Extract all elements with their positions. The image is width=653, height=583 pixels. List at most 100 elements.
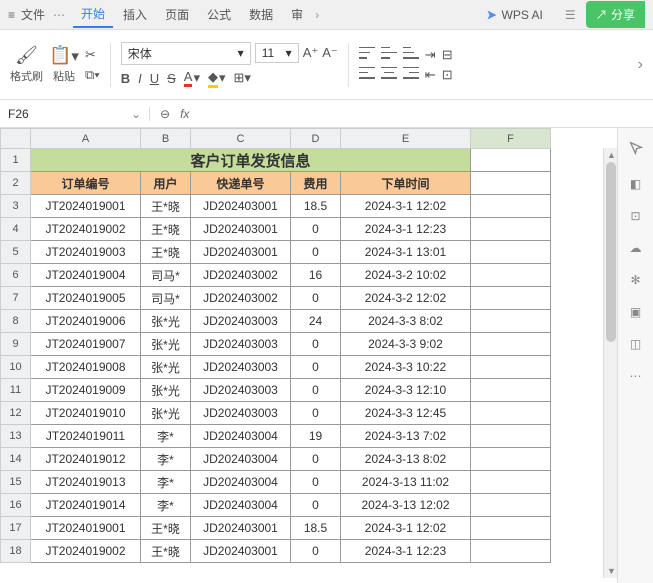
font-color-button[interactable]: A▾: [184, 69, 200, 87]
align-left-button[interactable]: [359, 67, 375, 79]
data-cell[interactable]: JD202403001: [191, 517, 291, 540]
header-cell[interactable]: 快递单号: [191, 172, 291, 195]
col-header-C[interactable]: C: [191, 129, 291, 149]
row-header[interactable]: 16: [1, 494, 31, 517]
data-cell[interactable]: 2024-3-13 11:02: [341, 471, 471, 494]
panel-icon-4[interactable]: ▣: [630, 305, 641, 319]
decrease-font-button[interactable]: A⁻: [322, 45, 338, 61]
data-cell[interactable]: 王*晓: [141, 218, 191, 241]
name-box[interactable]: F26 ⌄: [0, 107, 150, 121]
align-right-button[interactable]: [403, 67, 419, 79]
copy-button[interactable]: ⧉▾: [85, 67, 100, 83]
data-cell[interactable]: JT2024019002: [31, 218, 141, 241]
header-cell[interactable]: 用户: [141, 172, 191, 195]
data-cell[interactable]: 18.5: [291, 517, 341, 540]
data-cell[interactable]: JD202403001: [191, 241, 291, 264]
data-cell[interactable]: 2024-3-1 13:01: [341, 241, 471, 264]
row-header[interactable]: 15: [1, 471, 31, 494]
data-cell[interactable]: 19: [291, 425, 341, 448]
panel-icon-1[interactable]: ◧: [630, 177, 641, 191]
tab-review[interactable]: 审: [283, 2, 311, 27]
data-cell[interactable]: 2024-3-3 12:45: [341, 402, 471, 425]
data-cell[interactable]: JT2024019014: [31, 494, 141, 517]
data-cell[interactable]: 2024-3-1 12:02: [341, 517, 471, 540]
data-cell[interactable]: 张*光: [141, 356, 191, 379]
data-cell[interactable]: 0: [291, 287, 341, 310]
align-middle-button[interactable]: [381, 47, 397, 59]
data-cell[interactable]: 王*晓: [141, 517, 191, 540]
data-cell[interactable]: 李*: [141, 471, 191, 494]
panel-icon-3[interactable]: ☁: [630, 241, 642, 255]
cancel-edit-icon[interactable]: ⊖: [160, 107, 170, 121]
chevron-right-icon[interactable]: ›: [315, 8, 319, 22]
bold-button[interactable]: B: [121, 71, 130, 86]
fx-label[interactable]: fx: [180, 107, 189, 121]
row-header[interactable]: 14: [1, 448, 31, 471]
border-button[interactable]: ⊞▾: [234, 70, 251, 86]
data-cell[interactable]: 2024-3-13 7:02: [341, 425, 471, 448]
row-header[interactable]: 13: [1, 425, 31, 448]
data-cell[interactable]: 2024-3-3 9:02: [341, 333, 471, 356]
settings-icon[interactable]: ✻: [630, 273, 640, 287]
row-header[interactable]: 18: [1, 540, 31, 563]
col-header-F[interactable]: F: [471, 129, 551, 149]
header-cell[interactable]: 下单时间: [341, 172, 471, 195]
data-cell[interactable]: 0: [291, 379, 341, 402]
cell[interactable]: [471, 287, 551, 310]
data-cell[interactable]: JT2024019007: [31, 333, 141, 356]
data-cell[interactable]: 2024-3-2 10:02: [341, 264, 471, 287]
cell[interactable]: [471, 471, 551, 494]
data-cell[interactable]: JD202403001: [191, 540, 291, 563]
ribbon-more-icon[interactable]: ›: [638, 56, 643, 74]
cell[interactable]: [471, 540, 551, 563]
tab-formula[interactable]: 公式: [199, 2, 239, 27]
data-cell[interactable]: 0: [291, 356, 341, 379]
data-cell[interactable]: 0: [291, 540, 341, 563]
row-header[interactable]: 3: [1, 195, 31, 218]
data-cell[interactable]: 24: [291, 310, 341, 333]
data-cell[interactable]: JD202403004: [191, 448, 291, 471]
scrollbar-thumb[interactable]: [606, 162, 616, 342]
scroll-down-icon[interactable]: ▼: [607, 566, 616, 576]
row-header[interactable]: 6: [1, 264, 31, 287]
cut-button[interactable]: ✂: [85, 47, 96, 63]
cell[interactable]: [471, 494, 551, 517]
cell[interactable]: [471, 425, 551, 448]
data-cell[interactable]: 0: [291, 241, 341, 264]
data-cell[interactable]: 2024-3-1 12:23: [341, 540, 471, 563]
data-cell[interactable]: 张*光: [141, 379, 191, 402]
fill-color-button[interactable]: ◆▾: [208, 69, 226, 88]
data-cell[interactable]: 0: [291, 494, 341, 517]
data-cell[interactable]: 张*光: [141, 402, 191, 425]
data-cell[interactable]: 18.5: [291, 195, 341, 218]
font-size-select[interactable]: 11▾: [255, 43, 299, 63]
scroll-up-icon[interactable]: ▲: [607, 150, 616, 160]
cell[interactable]: [471, 448, 551, 471]
align-top-button[interactable]: [359, 47, 375, 59]
data-cell[interactable]: 0: [291, 448, 341, 471]
col-header-D[interactable]: D: [291, 129, 341, 149]
row-header[interactable]: 5: [1, 241, 31, 264]
tab-insert[interactable]: 插入: [115, 2, 155, 27]
tab-home[interactable]: 开始: [73, 1, 113, 28]
merge-button[interactable]: ⊟: [442, 47, 453, 63]
indent-increase-button[interactable]: ⊡: [442, 67, 453, 83]
panel-icon-5[interactable]: ◫: [630, 337, 641, 351]
row-header[interactable]: 9: [1, 333, 31, 356]
data-cell[interactable]: 0: [291, 471, 341, 494]
data-cell[interactable]: JT2024019012: [31, 448, 141, 471]
data-cell[interactable]: 李*: [141, 425, 191, 448]
data-cell[interactable]: 2024-3-1 12:23: [341, 218, 471, 241]
data-cell[interactable]: JT2024019009: [31, 379, 141, 402]
panel-icon-2[interactable]: ⊡: [630, 209, 640, 223]
increase-font-button[interactable]: A⁺: [303, 45, 319, 61]
data-cell[interactable]: 0: [291, 333, 341, 356]
cell[interactable]: [471, 517, 551, 540]
menu-icon[interactable]: ≡: [8, 8, 15, 22]
cell[interactable]: [471, 379, 551, 402]
more-tabs-icon[interactable]: ⋯: [53, 8, 65, 22]
data-cell[interactable]: 李*: [141, 494, 191, 517]
select-all-corner[interactable]: [1, 129, 31, 149]
row-header[interactable]: 7: [1, 287, 31, 310]
data-cell[interactable]: 李*: [141, 448, 191, 471]
